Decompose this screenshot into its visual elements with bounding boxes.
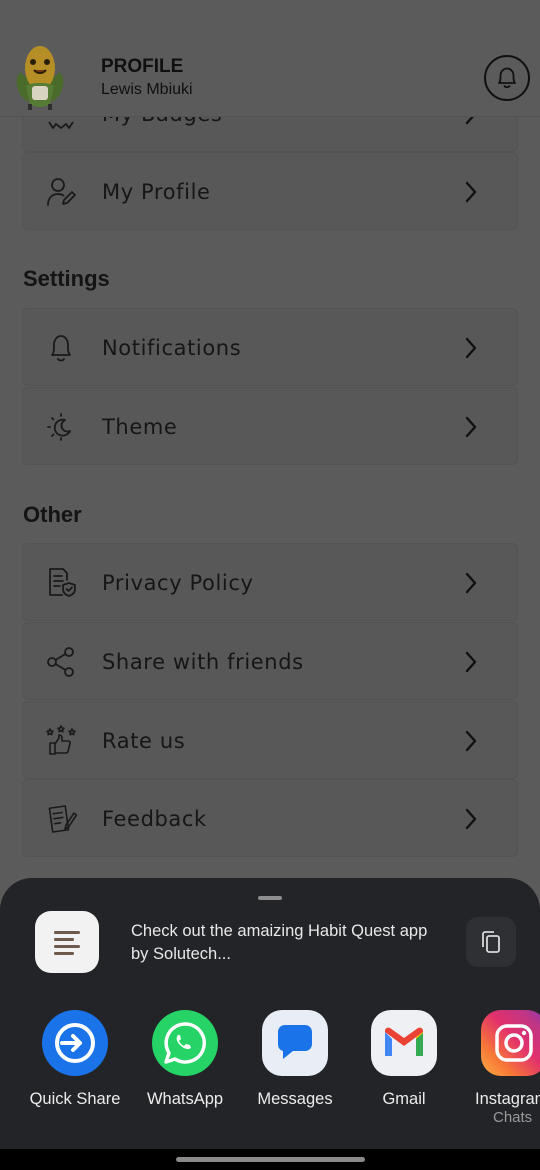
document-shield-icon [45, 567, 77, 599]
share-target-sublabel: Chats [493, 1109, 533, 1126]
share-target-label: Instagram [475, 1090, 540, 1108]
share-target-gmail[interactable]: Gmail [349, 1010, 459, 1109]
corn-mascot-logo [12, 42, 68, 112]
copy-icon [482, 931, 500, 953]
menu-item-feedback[interactable]: Feedback [22, 779, 518, 857]
quick-share-icon [42, 1010, 108, 1076]
menu-item-label: Share with friends [102, 650, 304, 674]
drag-handle[interactable] [258, 896, 282, 900]
menu-item-label: Notifications [102, 336, 242, 360]
whatsapp-icon [152, 1010, 218, 1076]
menu-item-notifications[interactable]: Notifications [22, 308, 518, 386]
menu-item-share-with-friends[interactable]: Share with friends [22, 622, 518, 700]
share-target-quick-share[interactable]: Quick Share [20, 1010, 130, 1109]
thumbs-up-stars-icon [45, 725, 77, 757]
share-target-messages[interactable]: Messages [240, 1010, 350, 1109]
chevron-right-icon [463, 650, 479, 674]
chevron-right-icon [463, 415, 479, 439]
menu-item-label: Feedback [102, 807, 207, 831]
chevron-right-icon [463, 807, 479, 831]
menu-item-label: Privacy Policy [102, 571, 254, 595]
system-navigation-bar [0, 1149, 540, 1170]
share-preview-text: Check out the amaizing Habit Quest app b… [131, 922, 428, 963]
menu-item-rate-us[interactable]: Rate us [22, 701, 518, 779]
profile-header: PROFILE Lewis Mbiuki [0, 0, 540, 117]
messages-icon [262, 1010, 328, 1076]
section-title-other: Other [23, 502, 82, 527]
instagram-icon [481, 1010, 540, 1076]
menu-item-theme[interactable]: Theme [22, 387, 518, 465]
menu-item-my-profile[interactable]: My Profile [22, 152, 518, 230]
share-sheet: Check out the amaizing Habit Quest app b… [0, 878, 540, 1170]
menu-item-privacy-policy[interactable]: Privacy Policy [22, 543, 518, 621]
share-target-label: Quick Share [29, 1090, 121, 1108]
bell-icon [45, 332, 77, 364]
menu-item-label: Theme [102, 415, 178, 439]
user-name: Lewis Mbiuki [101, 81, 193, 98]
text-lines-icon [54, 931, 80, 955]
notifications-button[interactable] [484, 55, 530, 101]
bell-icon [498, 67, 516, 89]
page-title: PROFILE [101, 56, 184, 77]
share-target-label: WhatsApp [146, 1090, 224, 1108]
gmail-icon [371, 1010, 437, 1076]
section-title-settings: Settings [23, 266, 110, 291]
menu-item-label: Rate us [102, 729, 186, 753]
user-edit-icon [45, 176, 77, 208]
chevron-right-icon [463, 729, 479, 753]
share-target-whatsapp[interactable]: WhatsApp [130, 1010, 240, 1109]
share-icon [45, 646, 77, 678]
notepad-pen-icon [45, 803, 78, 835]
chevron-right-icon [463, 180, 479, 204]
theme-icon [45, 411, 77, 443]
menu-item-label: My Profile [102, 180, 211, 204]
chevron-right-icon [463, 336, 479, 360]
chevron-right-icon [463, 571, 479, 595]
preview-text-thumbnail [35, 911, 99, 973]
home-gesture-pill[interactable] [176, 1157, 365, 1162]
copy-button[interactable] [466, 917, 516, 967]
share-target-instagram[interactable]: Instagram Chats [459, 1010, 540, 1126]
share-target-label: Gmail [382, 1090, 426, 1108]
share-target-label: Messages [257, 1090, 333, 1108]
